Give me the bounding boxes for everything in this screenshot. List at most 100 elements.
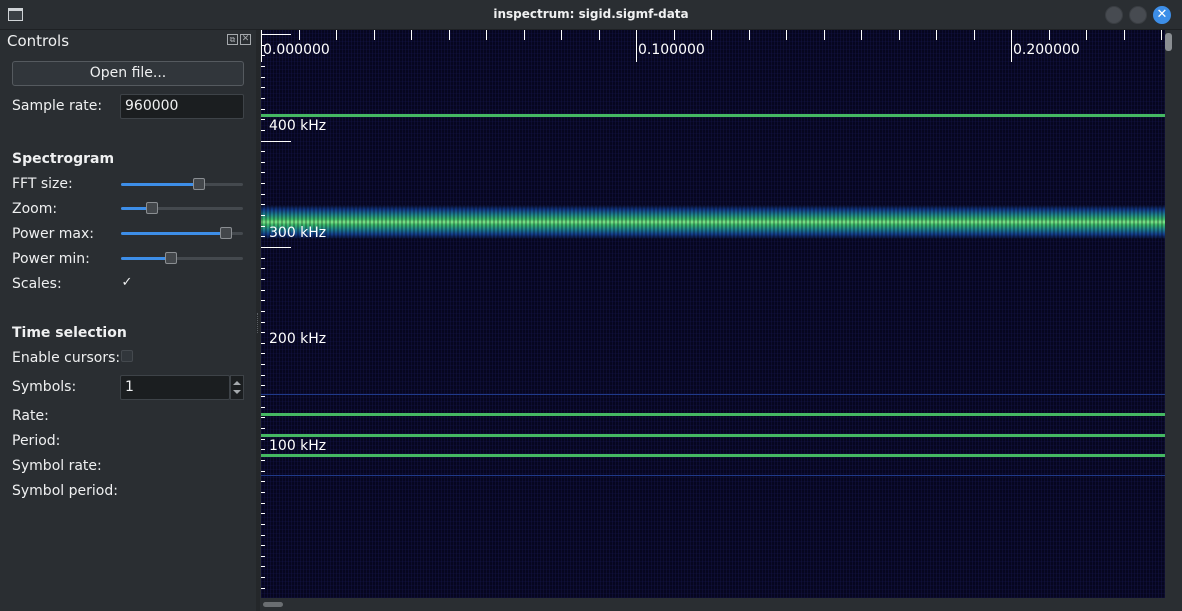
dock-buttons: ⧉ ✕ [227, 34, 253, 46]
symbols-stepper[interactable] [230, 375, 244, 400]
frequency-tick [261, 364, 265, 365]
time-tick [1049, 30, 1050, 40]
open-file-button[interactable]: Open file... [12, 61, 244, 86]
time-tick [936, 30, 937, 40]
frequency-tick [261, 481, 265, 482]
frequency-tick [261, 226, 265, 227]
time-axis-label: 0.100000 [638, 42, 705, 58]
frequency-tick [261, 311, 265, 312]
splitter-grip-icon [257, 313, 259, 333]
frequency-tick [261, 566, 265, 567]
slider-handle[interactable] [193, 178, 205, 190]
time-tick [861, 30, 862, 40]
frequency-tick [261, 258, 265, 259]
time-tick [1011, 30, 1012, 62]
dock-splitter[interactable] [256, 30, 260, 611]
time-axis-label: 0.200000 [1013, 42, 1080, 58]
time-tick [486, 30, 487, 40]
scales-label: Scales: [12, 276, 62, 292]
frequency-tick [261, 66, 265, 67]
symbols-spinbox[interactable]: 1 [120, 375, 230, 400]
frequency-tick [261, 215, 265, 216]
tone-line [261, 114, 1165, 117]
frequency-tick [261, 417, 265, 418]
frequency-tick [261, 204, 265, 205]
time-tick [449, 30, 450, 40]
power-min-slider[interactable] [121, 252, 243, 264]
dock-float-icon[interactable]: ⧉ [227, 34, 238, 45]
time-tick [261, 30, 262, 62]
frequency-tick [261, 428, 265, 429]
minimize-button[interactable] [1105, 6, 1123, 24]
window-title: inspectrum: sigid.sigmf-data [493, 7, 689, 21]
horizontal-scrollbar[interactable] [261, 598, 1165, 611]
horizontal-scroll-handle[interactable] [263, 602, 283, 607]
time-tick [674, 30, 675, 40]
slider-handle[interactable] [220, 227, 232, 239]
rate-label: Rate: [12, 408, 49, 424]
vertical-scroll-handle[interactable] [1165, 33, 1172, 51]
time-tick [561, 30, 562, 40]
frequency-tick [261, 162, 265, 163]
sample-rate-label: Sample rate: [12, 98, 103, 114]
time-tick [711, 30, 712, 40]
vertical-scrollbar[interactable] [1165, 30, 1182, 598]
time-axis-label: 0.000000 [263, 42, 330, 58]
fft-size-slider[interactable] [121, 178, 243, 190]
frequency-tick [261, 449, 265, 450]
slider-handle[interactable] [165, 252, 177, 264]
time-tick [1086, 30, 1087, 40]
frequency-tick [261, 513, 265, 514]
frequency-tick [261, 141, 291, 142]
time-tick [599, 30, 600, 40]
frequency-tick [261, 353, 265, 354]
frequency-tick [261, 385, 265, 386]
zoom-label: Zoom: [12, 201, 58, 217]
controls-title: Controls [7, 32, 70, 50]
frequency-tick [261, 524, 265, 525]
step-up-icon[interactable] [233, 381, 241, 385]
step-down-icon[interactable] [233, 390, 241, 394]
time-tick [899, 30, 900, 40]
signal-band [261, 205, 1165, 239]
frequency-tick [261, 279, 265, 280]
time-tick [636, 30, 637, 62]
frequency-tick [261, 119, 265, 120]
frequency-tick [261, 172, 265, 173]
time-tick [824, 30, 825, 40]
tone-line [261, 434, 1165, 437]
frequency-tick [261, 268, 265, 269]
frequency-tick [261, 322, 265, 323]
enable-cursors-checkbox[interactable] [121, 350, 133, 362]
power-max-slider[interactable] [121, 227, 243, 239]
frequency-axis-ticks [261, 30, 291, 598]
time-tick [786, 30, 787, 40]
frequency-tick [261, 396, 265, 397]
enable-cursors-label: Enable cursors: [12, 350, 121, 366]
spectrogram-view[interactable]: 0.000000 0.100000 0.200000 400 kHz 300 k… [261, 30, 1165, 598]
time-tick [1161, 30, 1162, 40]
frequency-tick [261, 290, 265, 291]
frequency-axis-label: 100 kHz [269, 438, 327, 454]
frequency-tick [261, 545, 265, 546]
frequency-tick [261, 109, 265, 110]
tone-line [261, 454, 1165, 457]
time-tick [974, 30, 975, 40]
title-bar[interactable]: inspectrum: sigid.sigmf-data ✕ [0, 0, 1182, 30]
close-button[interactable]: ✕ [1153, 6, 1171, 24]
fft-size-label: FFT size: [12, 176, 73, 192]
symbol-period-label: Symbol period: [12, 483, 118, 499]
scales-checkbox[interactable]: ✓ [121, 276, 133, 289]
frequency-tick [261, 343, 265, 344]
maximize-button[interactable] [1129, 6, 1147, 24]
dock-close-icon[interactable]: ✕ [240, 34, 251, 45]
frequency-tick [261, 236, 265, 237]
sample-rate-input[interactable]: 960000 [120, 94, 244, 119]
time-tick [299, 30, 300, 40]
frequency-tick [261, 151, 265, 152]
frequency-tick [261, 535, 265, 536]
frequency-tick [261, 87, 265, 88]
slider-handle[interactable] [146, 202, 158, 214]
time-tick [336, 30, 337, 40]
zoom-slider[interactable] [121, 202, 243, 214]
